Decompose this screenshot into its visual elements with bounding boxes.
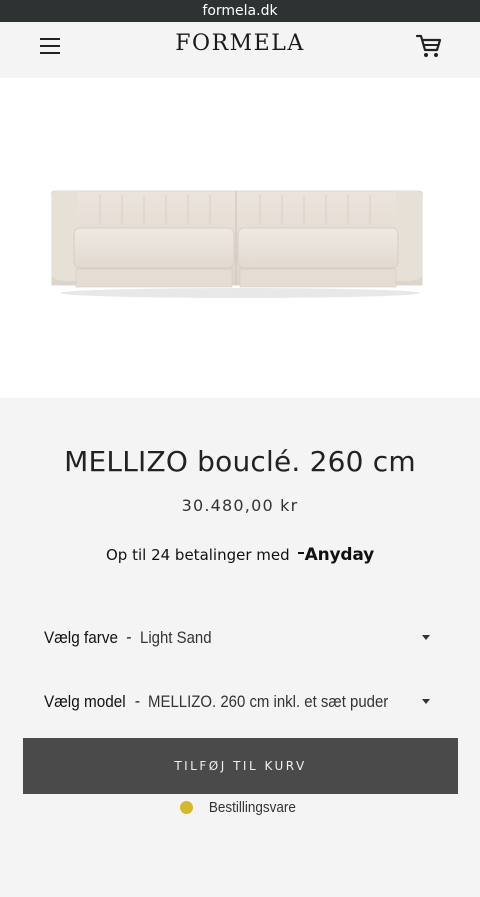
color-select[interactable]: Vælg farve - Light Sand — [44, 623, 440, 653]
anyday-logo: Anyday — [297, 545, 375, 565]
color-select-separator: - — [126, 629, 132, 646]
site-logo[interactable]: FORMELA — [0, 31, 480, 56]
product-image-area[interactable] — [0, 78, 480, 398]
add-to-cart-button[interactable]: TILFØJ TIL KURV — [23, 738, 458, 794]
browser-url-bar[interactable]: formela.dk — [0, 0, 480, 22]
color-select-label: Vælg farve — [44, 628, 118, 647]
availability-text: Bestillingsvare — [208, 798, 296, 816]
site-header: FORMELA — [0, 22, 480, 78]
financing-text: Op til 24 betalinger med — [106, 546, 290, 564]
model-select-value: MELLIZO. 260 cm inkl. et sæt puder — [148, 692, 389, 711]
sofa-product-image — [51, 190, 423, 298]
chevron-down-icon — [422, 699, 430, 704]
shopping-cart-icon[interactable] — [414, 30, 444, 60]
product-title: MELLIZO bouclé. 260 cm — [64, 445, 416, 478]
chevron-down-icon — [422, 635, 430, 640]
model-select-label: Vælg model — [44, 692, 126, 711]
availability-status: Bestillingsvare — [0, 796, 480, 818]
url-text: formela.dk — [202, 3, 278, 19]
model-select[interactable]: Vælg model - MELLIZO. 260 cm inkl. et sæ… — [44, 687, 440, 717]
anyday-provider: Anyday — [304, 545, 375, 565]
product-price: 30.480,00 kr — [181, 496, 299, 515]
financing-info[interactable]: Op til 24 betalinger med Anyday — [0, 543, 480, 567]
color-select-value: Light Sand — [139, 628, 212, 647]
model-select-separator: - — [134, 693, 141, 710]
status-dot-icon — [179, 800, 193, 814]
